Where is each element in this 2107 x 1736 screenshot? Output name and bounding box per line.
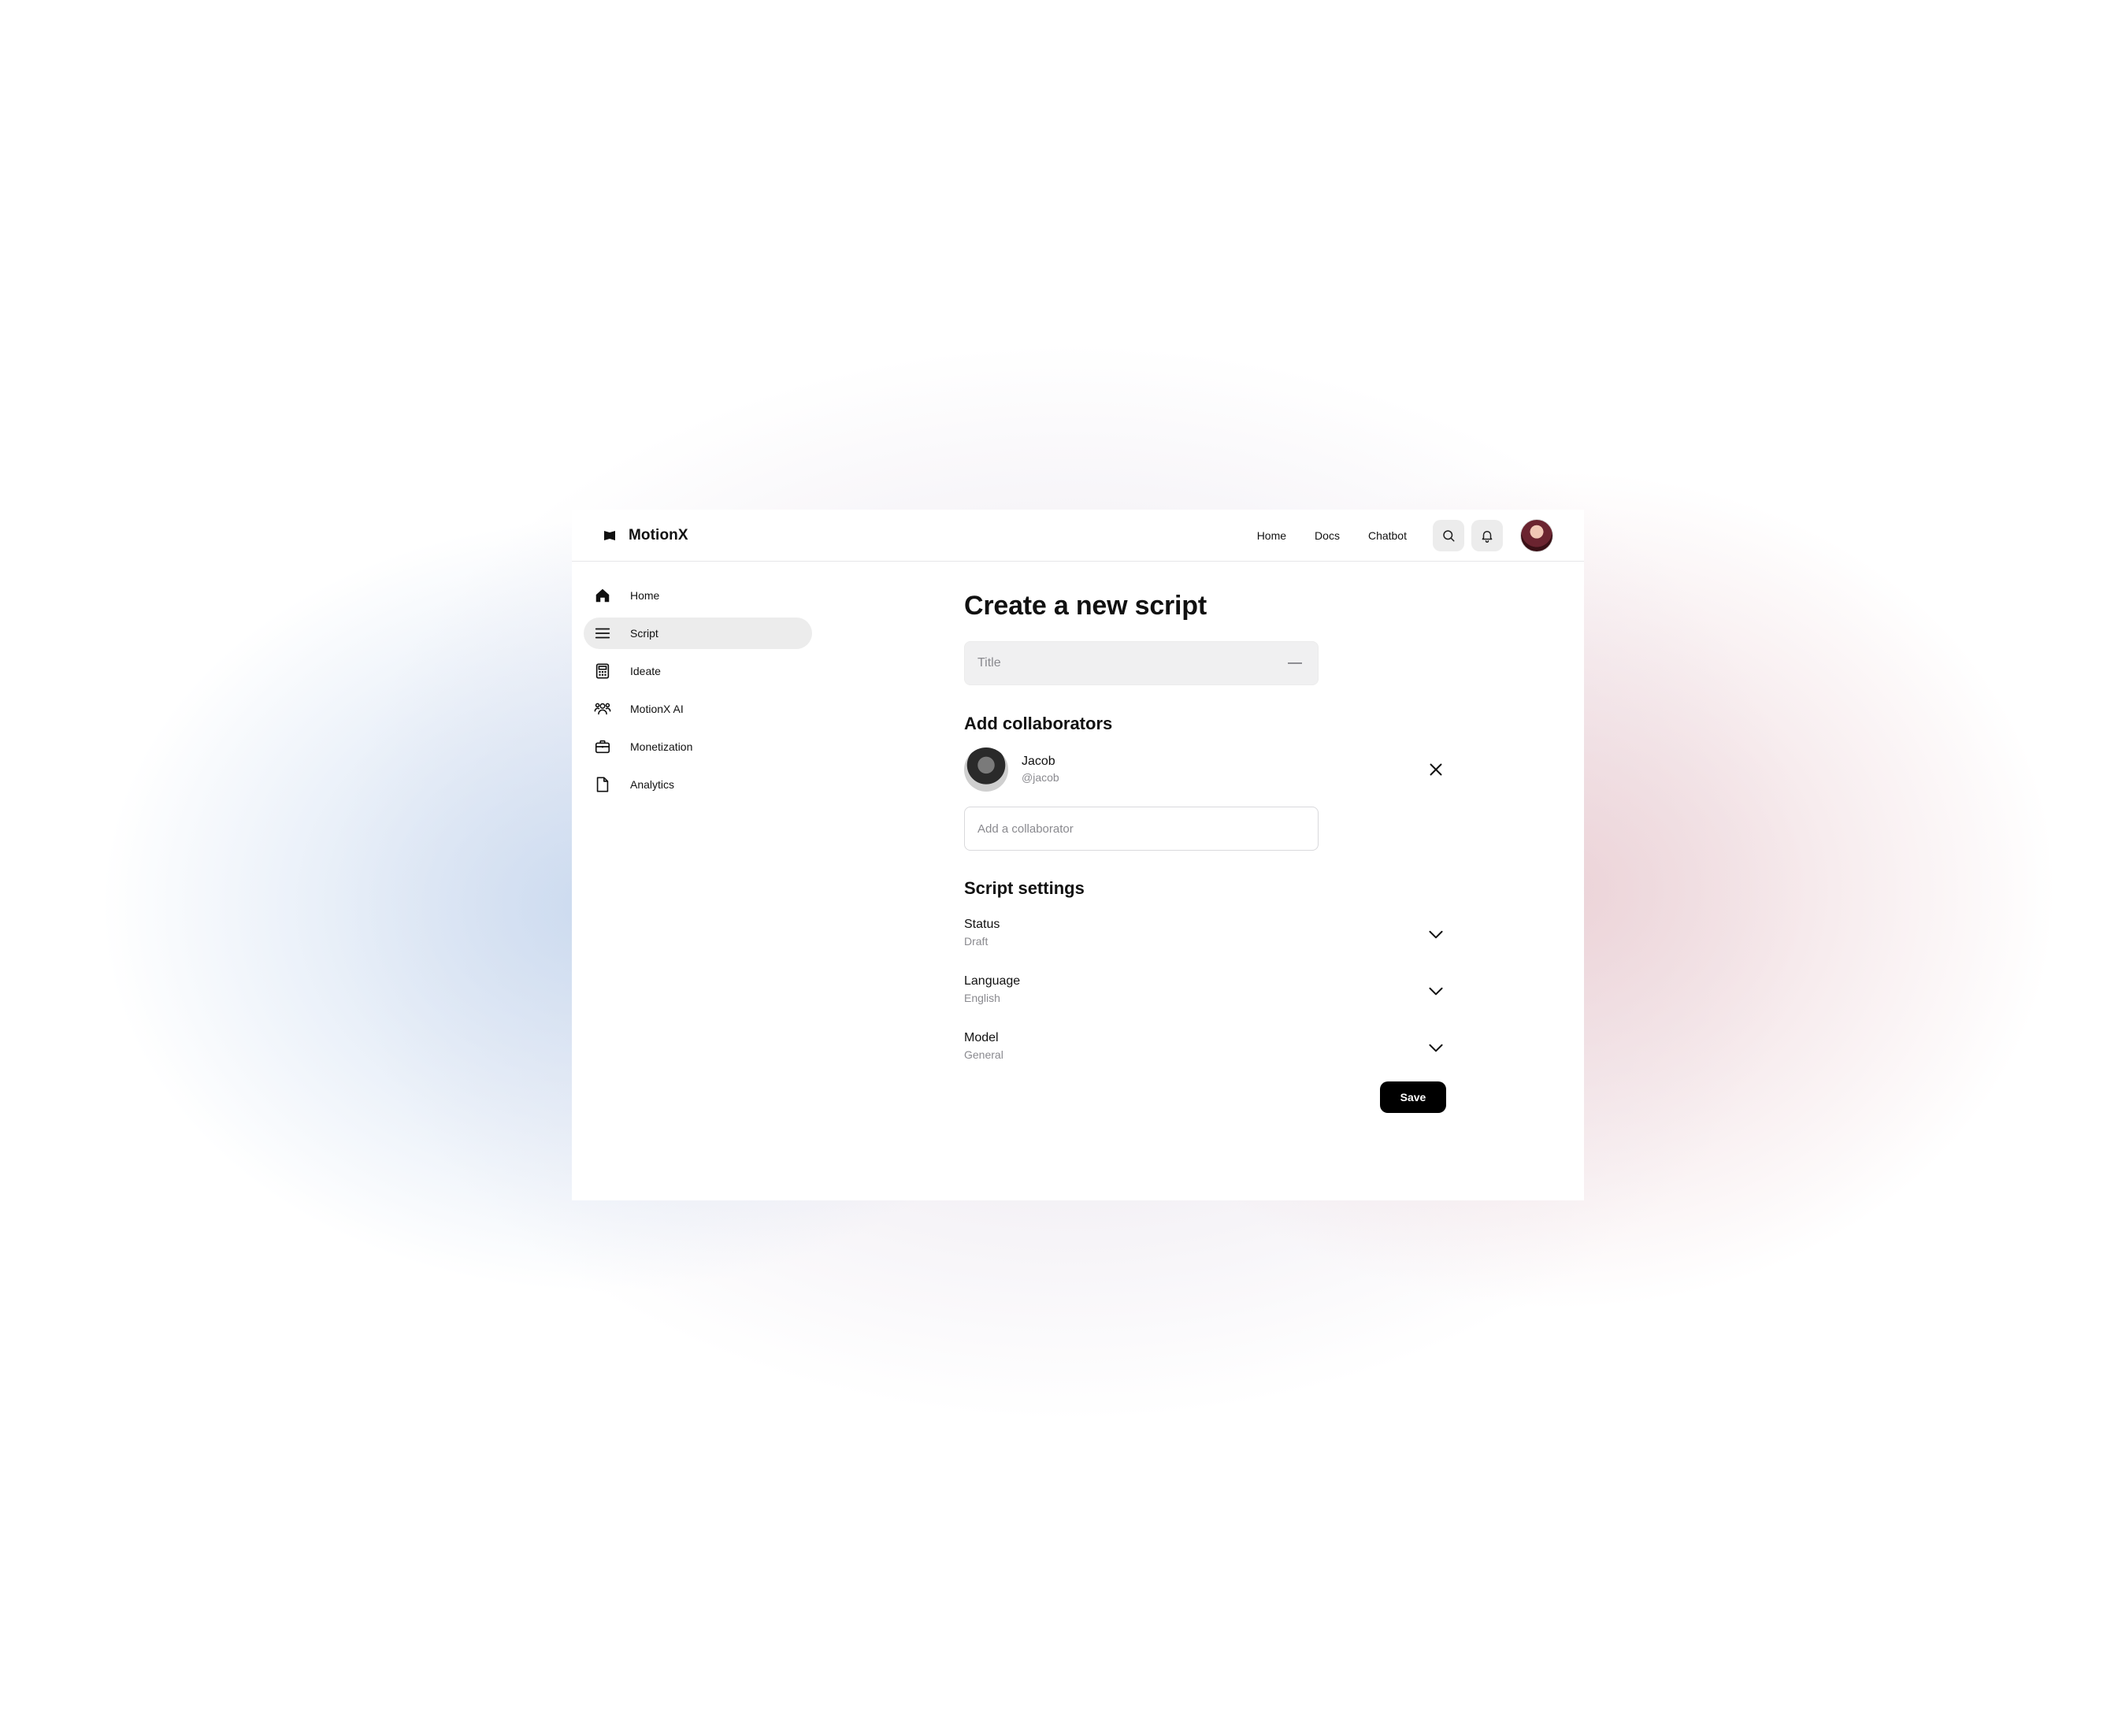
sidebar-item-label: Script	[630, 627, 658, 640]
sidebar-item-label: Monetization	[630, 740, 693, 753]
brand-logo-icon	[604, 530, 615, 540]
brand[interactable]: MotionX	[603, 510, 688, 561]
setting-model[interactable]: Model General	[964, 1029, 1446, 1063]
settings-heading: Script settings	[964, 878, 1085, 898]
home-icon	[595, 588, 610, 603]
page-title: Create a new script	[964, 591, 1207, 621]
brand-name: MotionX	[629, 526, 688, 543]
setting-status[interactable]: Status Draft	[964, 916, 1446, 949]
notifications-button[interactable]	[1471, 519, 1503, 551]
chevron-down-icon[interactable]	[1426, 924, 1446, 944]
title-field-placeholder: Title	[977, 656, 1001, 670]
menu-icon	[595, 628, 610, 639]
close-icon[interactable]	[1426, 759, 1446, 780]
sidebar-item-label: Analytics	[630, 778, 675, 791]
sidebar-item-label: Home	[630, 589, 660, 602]
users-icon	[594, 703, 611, 715]
collaborator-avatar	[964, 747, 1008, 792]
search-icon	[1443, 529, 1455, 541]
setting-language[interactable]: Language English	[964, 973, 1446, 1006]
collaborator-handle: @jacob	[1022, 771, 1059, 784]
calculator-icon	[595, 663, 610, 679]
setting-value: Draft	[964, 935, 989, 948]
nav-link-chatbot[interactable]: Chatbot	[1368, 529, 1407, 542]
collaborators-heading: Add collaborators	[964, 714, 1113, 733]
nav-link-home[interactable]: Home	[1257, 529, 1286, 542]
setting-label: Status	[964, 918, 1000, 931]
user-avatar[interactable]	[1520, 518, 1553, 552]
sidebar-item-ideate[interactable]: Ideate	[584, 655, 812, 687]
collaborator-info: Jacob @jacob	[1022, 754, 1059, 785]
main-content: Create a new script Title Add collaborat…	[964, 588, 1446, 1113]
save-row: Save	[964, 1081, 1446, 1113]
sidebar-item-motionx-ai[interactable]: MotionX AI	[584, 693, 812, 725]
setting-value: English	[964, 992, 1000, 1004]
save-button[interactable]: Save	[1380, 1081, 1446, 1113]
bell-icon	[1482, 530, 1493, 543]
sidebar-item-monetization[interactable]: Monetization	[584, 731, 812, 762]
chevron-down-icon[interactable]	[1426, 1037, 1446, 1058]
top-bar: MotionX Home Docs Chatbot	[572, 510, 1584, 562]
sidebar-item-label: Ideate	[630, 665, 661, 677]
sidebar-item-home[interactable]: Home	[584, 580, 812, 611]
collaborator-row: Jacob @jacob	[964, 747, 1446, 792]
search-button[interactable]	[1433, 519, 1464, 551]
document-icon	[596, 777, 609, 792]
app-window: MotionX Home Docs Chatbot Home Script Id…	[572, 510, 1584, 1200]
sidebar-item-script[interactable]: Script	[584, 618, 812, 649]
setting-label: Language	[964, 974, 1021, 988]
collaborator-name: Jacob	[1022, 755, 1055, 768]
nav-link-docs[interactable]: Docs	[1315, 529, 1340, 542]
sidebar: Home Script Ideate MotionX AI Monetizati…	[584, 580, 812, 807]
sidebar-item-label: MotionX AI	[630, 703, 684, 715]
title-field[interactable]: Title	[964, 641, 1319, 685]
setting-label: Model	[964, 1031, 999, 1044]
briefcase-icon	[595, 740, 610, 754]
setting-value: General	[964, 1048, 1003, 1061]
top-nav: Home Docs Chatbot	[1257, 510, 1584, 561]
chevron-down-icon[interactable]	[1426, 981, 1446, 1001]
add-collaborator-input[interactable]	[964, 807, 1319, 851]
dash-icon[interactable]	[1288, 662, 1302, 664]
sidebar-item-analytics[interactable]: Analytics	[584, 769, 812, 800]
